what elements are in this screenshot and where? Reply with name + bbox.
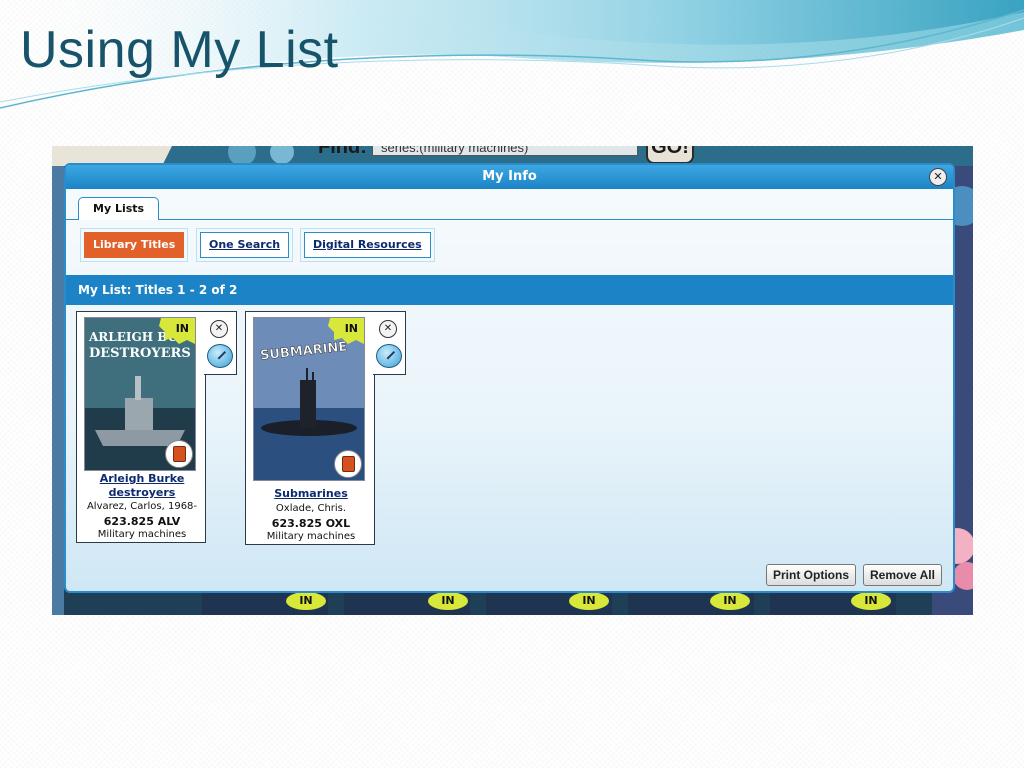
subtab-label: Library Titles bbox=[84, 232, 185, 258]
book-cover[interactable]: SUBMARINE IN bbox=[254, 318, 364, 480]
book-format-icon bbox=[165, 440, 193, 468]
background-find-label: Find: bbox=[318, 146, 367, 158]
book-cover[interactable]: ARLEIGH BU DESTROYERS IN bbox=[85, 318, 195, 470]
list-header-bar: My List: Titles 1 - 2 of 2 bbox=[66, 275, 953, 305]
background-search-input[interactable]: series:(military machines) bbox=[372, 146, 638, 156]
item-call-number: 623.825 ALV bbox=[103, 515, 181, 528]
background-in-badge: IN bbox=[428, 592, 468, 610]
dialog-header: My Info ✕ bbox=[66, 165, 953, 189]
my-info-dialog: My Info ✕ My Lists Library Titles One Se… bbox=[64, 163, 955, 593]
dialog-title: My Info bbox=[482, 169, 537, 184]
tab-my-lists[interactable]: My Lists bbox=[78, 197, 160, 220]
dialog-tab-row: My Lists bbox=[66, 189, 953, 220]
background-in-badge: IN bbox=[286, 592, 326, 610]
background-in-badge: IN bbox=[851, 592, 891, 610]
cover-title-line: DESTROYERS bbox=[89, 346, 191, 361]
item-title-line: destroyers bbox=[108, 486, 176, 499]
remove-item-icon[interactable]: ✕ bbox=[210, 320, 228, 338]
book-format-icon bbox=[334, 450, 362, 478]
item-title-link[interactable]: Arleigh Burke destroyers bbox=[77, 472, 207, 500]
item-title-line: Arleigh Burke bbox=[99, 472, 185, 485]
subtab-one-search[interactable]: One Search bbox=[196, 228, 294, 262]
item-actions-panel: ✕ bbox=[204, 311, 237, 375]
print-options-button[interactable]: Print Options bbox=[766, 564, 856, 586]
item-actions-panel: ✕ bbox=[373, 311, 406, 375]
item-author: Alvarez, Carlos, 1968- bbox=[86, 501, 198, 512]
availability-badge: IN bbox=[344, 322, 358, 335]
item-call-number: 623.825 OXL bbox=[271, 517, 351, 530]
background-in-badge: IN bbox=[710, 592, 750, 610]
background-in-badge: IN bbox=[569, 592, 609, 610]
availability-badge: IN bbox=[175, 322, 189, 335]
subtab-library-titles[interactable]: Library Titles bbox=[80, 228, 189, 262]
screenshot-frame: Find: series:(military machines) GO! IN … bbox=[52, 146, 973, 615]
list-item: SUBMARINE IN Submarines Oxlade, Chris. 6… bbox=[245, 311, 375, 545]
add-note-icon[interactable] bbox=[207, 344, 233, 368]
item-author: Oxlade, Chris. bbox=[275, 503, 347, 514]
item-title-link[interactable]: Submarines bbox=[246, 487, 376, 501]
subtab-label: One Search bbox=[200, 232, 290, 258]
add-note-icon[interactable] bbox=[376, 344, 402, 368]
close-icon[interactable]: ✕ bbox=[929, 168, 947, 186]
remove-item-icon[interactable]: ✕ bbox=[379, 320, 397, 338]
item-series: Military machines bbox=[97, 529, 187, 540]
remove-all-button[interactable]: Remove All bbox=[863, 564, 942, 586]
list-item: ARLEIGH BU DESTROYERS IN Arleigh Burke d… bbox=[76, 311, 206, 543]
subtab-digital-resources[interactable]: Digital Resources bbox=[300, 228, 435, 262]
subtab-label: Digital Resources bbox=[304, 232, 431, 258]
background-go-button[interactable]: GO! bbox=[646, 146, 694, 164]
slide-title: Using My List bbox=[20, 21, 339, 79]
item-series: Military machines bbox=[266, 531, 356, 542]
list-type-subtabs: Library Titles One Search Digital Resour… bbox=[66, 220, 953, 272]
item-title-line: Submarines bbox=[274, 487, 348, 500]
